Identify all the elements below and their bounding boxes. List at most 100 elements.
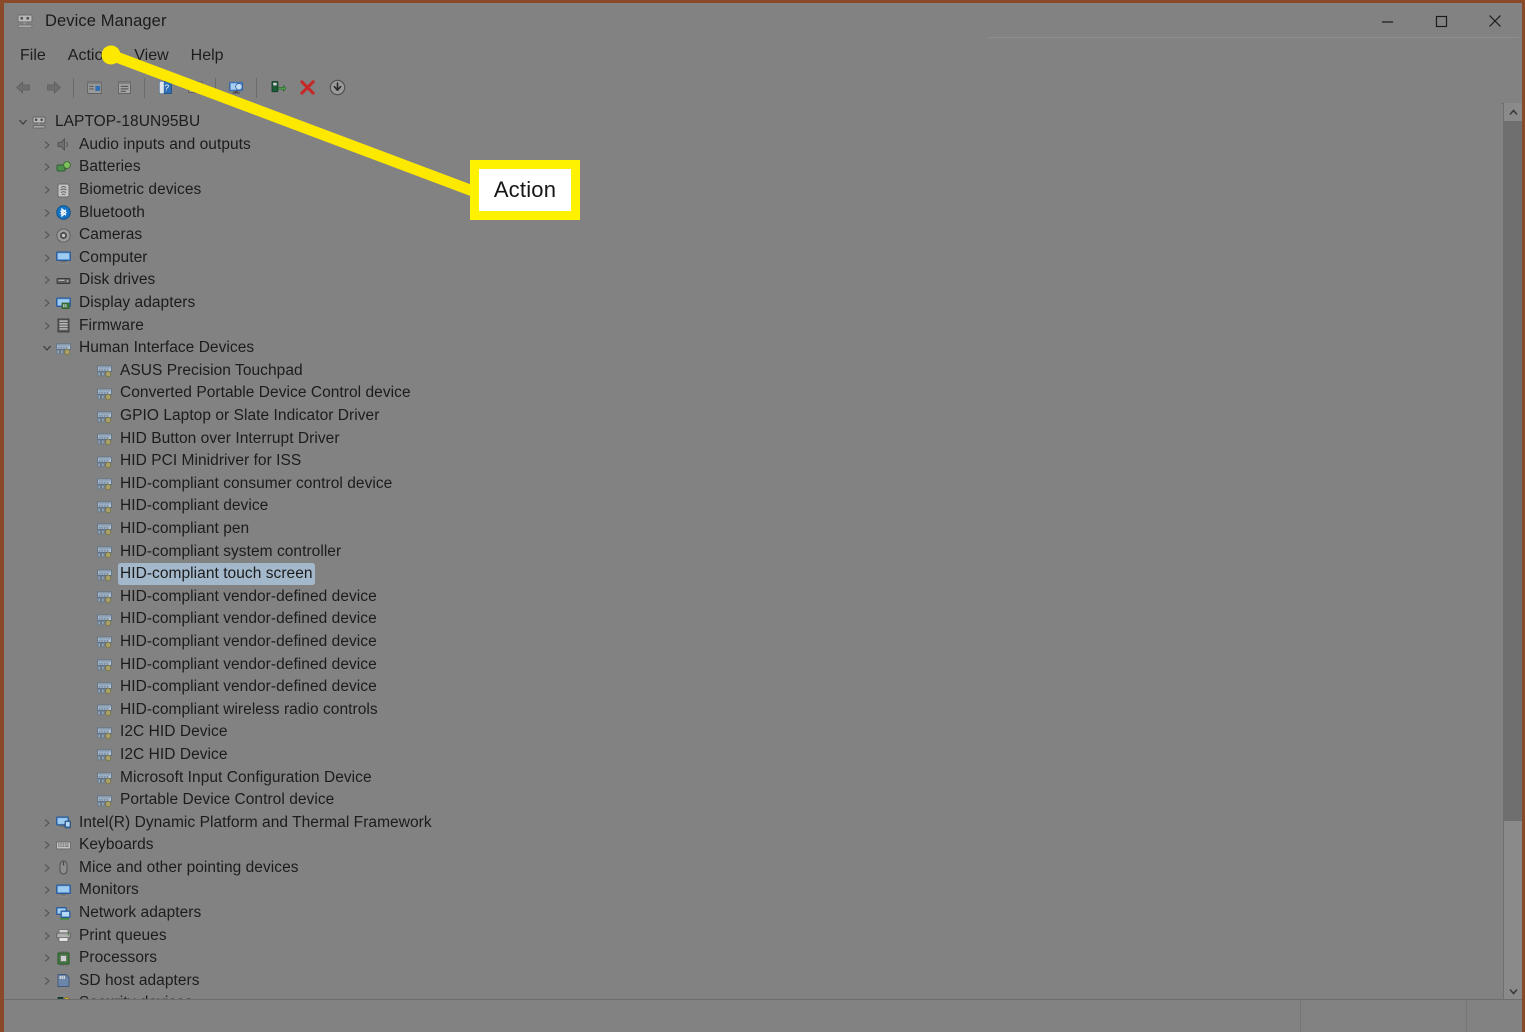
tree-item-32[interactable]: Mice and other pointing devices: [4, 857, 1501, 880]
tree-item-33[interactable]: Monitors: [4, 879, 1501, 902]
tree-expander[interactable]: [39, 860, 55, 876]
tree-item-22[interactable]: HID-compliant vendor-defined device: [4, 631, 1501, 654]
tree-item-34[interactable]: Network adapters: [4, 902, 1501, 925]
tree-item-19[interactable]: HID-compliant touch screen: [4, 563, 1501, 586]
tree-expander[interactable]: [39, 815, 55, 831]
device-tree-pane[interactable]: LAPTOP-18UN95BUAudio inputs and outputsB…: [4, 103, 1501, 1000]
device-manager-window: Device Manager File Action View Help: [0, 0, 1525, 1032]
tree-expander[interactable]: [39, 340, 55, 356]
chevron-down-icon: [42, 343, 52, 353]
tree-expander[interactable]: [39, 182, 55, 198]
tree-item-13[interactable]: HID Button over Interrupt Driver: [4, 427, 1501, 450]
update-driver-button[interactable]: [262, 75, 292, 101]
menu-file[interactable]: File: [9, 44, 57, 68]
maximize-button[interactable]: [1414, 3, 1468, 39]
tree-item-23[interactable]: HID-compliant vendor-defined device: [4, 653, 1501, 676]
tree-expander[interactable]: [39, 250, 55, 266]
tree-expander[interactable]: [39, 882, 55, 898]
menu-help[interactable]: Help: [180, 44, 235, 68]
back-button[interactable]: [8, 75, 38, 101]
update-driver-icon: [269, 79, 286, 96]
tree-item-16[interactable]: HID-compliant device: [4, 495, 1501, 518]
tree-expander[interactable]: [39, 295, 55, 311]
scan-hardware-icon: [329, 79, 346, 96]
tree-item-6[interactable]: Disk drives: [4, 269, 1501, 292]
scroll-up-button[interactable]: [1504, 103, 1522, 121]
chevron-right-icon: [42, 321, 52, 331]
tree-expander[interactable]: [39, 318, 55, 334]
tree-item-11[interactable]: Converted Portable Device Control device: [4, 382, 1501, 405]
hid-icon: [96, 701, 113, 718]
tree-item-31[interactable]: Keyboards: [4, 834, 1501, 857]
tree-item-30[interactable]: Intel(R) Dynamic Platform and Thermal Fr…: [4, 811, 1501, 834]
tree-item-9[interactable]: Human Interface Devices: [4, 337, 1501, 360]
tree-item-17[interactable]: HID-compliant pen: [4, 518, 1501, 541]
uninstall-device-button[interactable]: [292, 75, 322, 101]
tree-item-0[interactable]: Audio inputs and outputs: [4, 134, 1501, 157]
view-devices-button[interactable]: [180, 75, 210, 101]
tree-expander[interactable]: [39, 272, 55, 288]
tree-item-15[interactable]: HID-compliant consumer control device: [4, 473, 1501, 496]
tree-expander[interactable]: [39, 973, 55, 989]
tree-item-label: SD host adapters: [79, 972, 200, 990]
tree-item-5[interactable]: Computer: [4, 247, 1501, 270]
tree-item-12[interactable]: GPIO Laptop or Slate Indicator Driver: [4, 405, 1501, 428]
tree-item-2[interactable]: Biometric devices: [4, 179, 1501, 202]
tree-item-label: GPIO Laptop or Slate Indicator Driver: [120, 407, 379, 425]
tree-item-21[interactable]: HID-compliant vendor-defined device: [4, 608, 1501, 631]
tree-item-28[interactable]: Microsoft Input Configuration Device: [4, 766, 1501, 789]
tree-item-18[interactable]: HID-compliant system controller: [4, 540, 1501, 563]
vertical-scrollbar[interactable]: [1503, 103, 1522, 1000]
tree-item-37[interactable]: SD host adapters: [4, 970, 1501, 993]
forward-button[interactable]: [38, 75, 68, 101]
tree-expander[interactable]: [39, 950, 55, 966]
tree-expander[interactable]: [39, 928, 55, 944]
minimize-button[interactable]: [1360, 3, 1414, 39]
tree-item-20[interactable]: HID-compliant vendor-defined device: [4, 585, 1501, 608]
toolbar: ?: [4, 72, 1522, 104]
tree-root-node[interactable]: LAPTOP-18UN95BU: [4, 111, 1501, 134]
scroll-thumb[interactable]: [1504, 121, 1522, 821]
tree-item-1[interactable]: Batteries: [4, 156, 1501, 179]
tree-item-4[interactable]: Cameras: [4, 224, 1501, 247]
show-hide-console-tree-button[interactable]: [79, 75, 109, 101]
tree-item-label: HID-compliant device: [120, 497, 268, 515]
callout-label: Action: [494, 177, 556, 203]
tree-item-label: Intel(R) Dynamic Platform and Thermal Fr…: [79, 814, 432, 832]
close-button[interactable]: [1468, 3, 1522, 39]
status-bar: [4, 999, 1522, 1032]
tree-item-36[interactable]: Processors: [4, 947, 1501, 970]
properties-button[interactable]: [109, 75, 139, 101]
properties-icon: [116, 79, 133, 96]
scan-for-hardware-changes-button[interactable]: [322, 75, 352, 101]
tree-item-label: HID Button over Interrupt Driver: [120, 430, 340, 448]
scroll-down-button[interactable]: [1504, 982, 1522, 1000]
help-button[interactable]: ?: [150, 75, 180, 101]
menu-action[interactable]: Action: [57, 44, 123, 68]
tree-item-3[interactable]: Bluetooth: [4, 201, 1501, 224]
tree-expander[interactable]: [39, 159, 55, 175]
tree-expander[interactable]: [15, 114, 31, 130]
tree-item-26[interactable]: I2C HID Device: [4, 721, 1501, 744]
window-title: Device Manager: [45, 12, 167, 31]
tree-expander[interactable]: [39, 905, 55, 921]
tree-item-25[interactable]: HID-compliant wireless radio controls: [4, 698, 1501, 721]
tree-expander[interactable]: [39, 137, 55, 153]
tree-item-14[interactable]: HID PCI Minidriver for ISS: [4, 450, 1501, 473]
tree-item-24[interactable]: HID-compliant vendor-defined device: [4, 676, 1501, 699]
camera-icon: [55, 227, 72, 244]
tree-item-27[interactable]: I2C HID Device: [4, 744, 1501, 767]
tree-item-8[interactable]: Firmware: [4, 314, 1501, 337]
menu-view[interactable]: View: [123, 44, 179, 68]
tree-item-label: Keyboards: [79, 836, 154, 854]
tree-expander[interactable]: [39, 837, 55, 853]
tree-item-29[interactable]: Portable Device Control device: [4, 789, 1501, 812]
show-hide-action-pane-button[interactable]: [221, 75, 251, 101]
tree-expander[interactable]: [39, 205, 55, 221]
hid-icon: [55, 340, 72, 357]
tree-item-35[interactable]: Print queues: [4, 924, 1501, 947]
tree-item-10[interactable]: ASUS Precision Touchpad: [4, 360, 1501, 383]
tree-expander[interactable]: [39, 227, 55, 243]
tree-item-7[interactable]: Display adapters: [4, 292, 1501, 315]
svg-text:?: ?: [164, 82, 169, 92]
